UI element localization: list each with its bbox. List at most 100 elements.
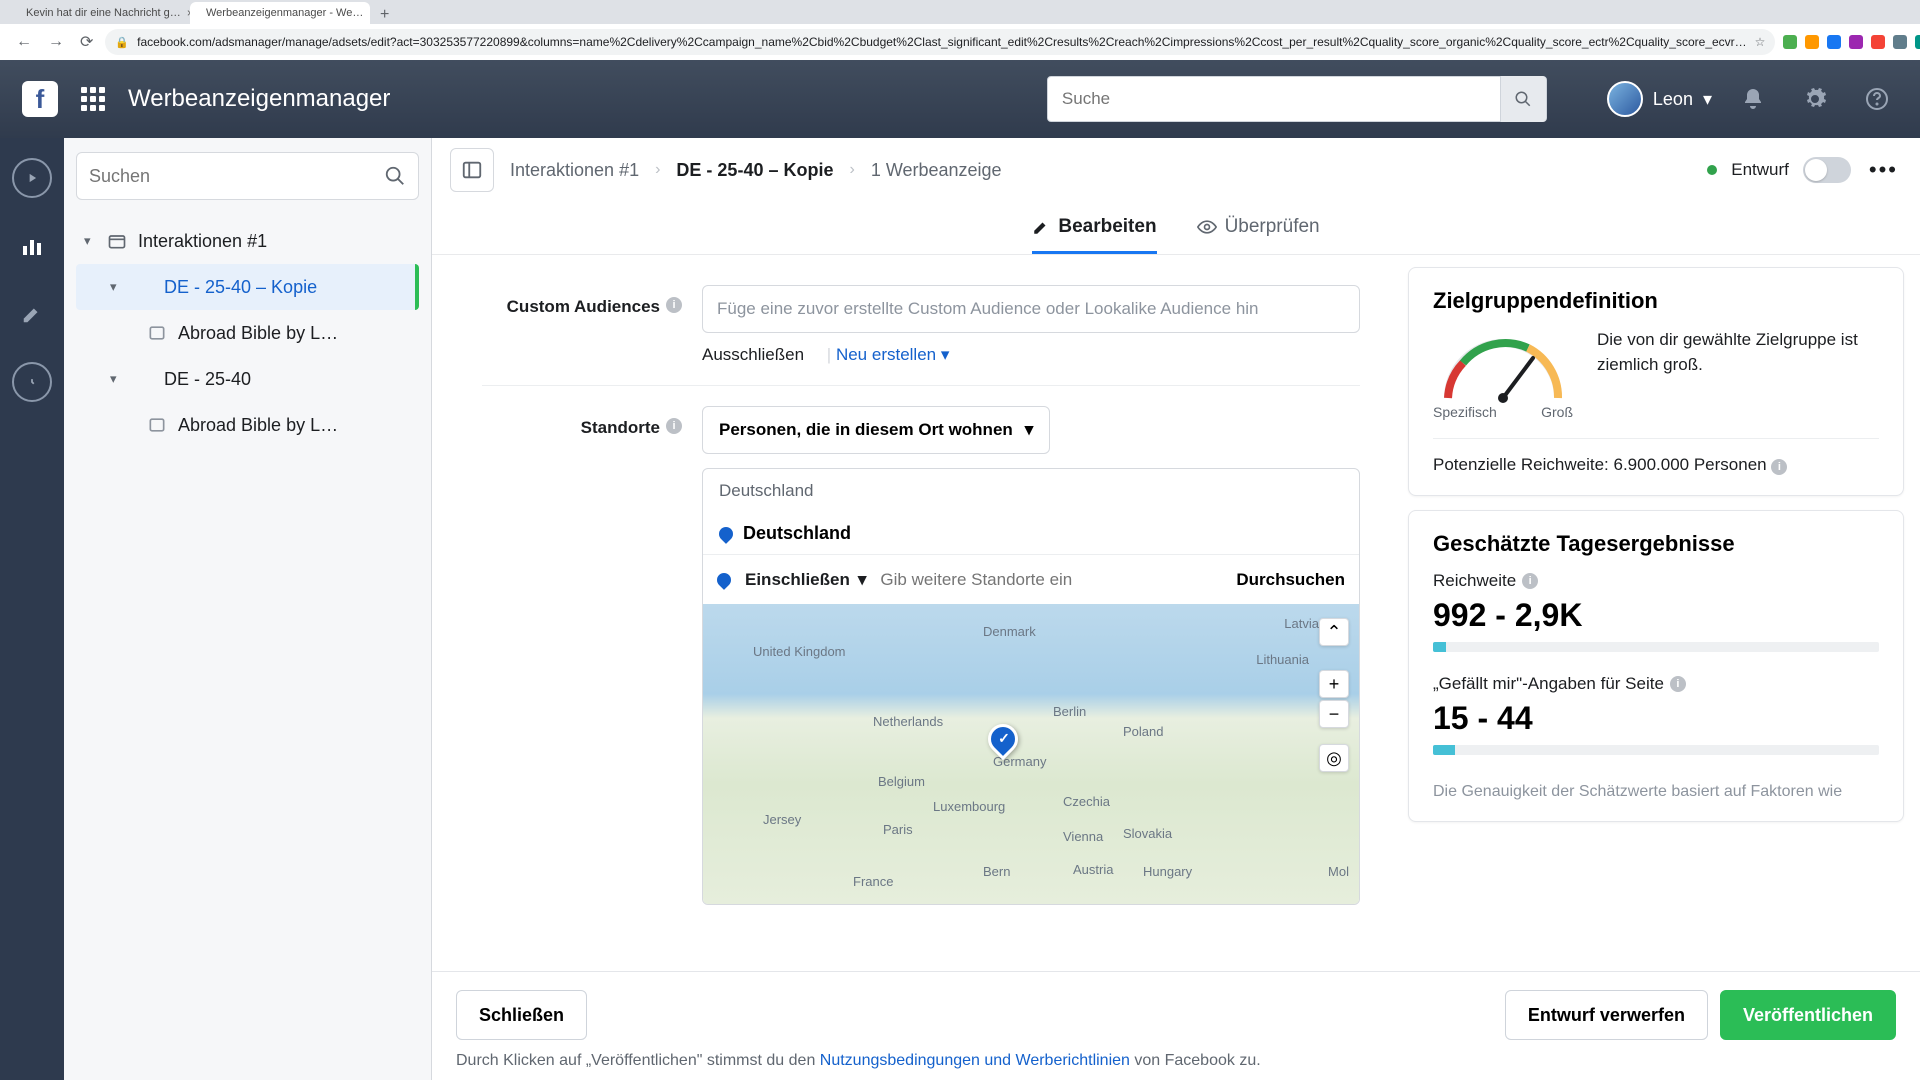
star-icon[interactable]: ☆	[1755, 35, 1766, 49]
audience-definition-card: Zielgruppendefinition SpezifischGroß Die…	[1408, 267, 1904, 496]
breadcrumb-item[interactable]: Interaktionen #1	[510, 160, 639, 181]
map-label: Luxembourg	[933, 799, 1005, 814]
tab-label: Bearbeiten	[1058, 216, 1156, 238]
apps-menu-icon[interactable]	[78, 84, 108, 114]
publish-button[interactable]: Veröffentlichen	[1720, 990, 1896, 1040]
location-mode-select[interactable]: Personen, die in diesem Ort wohnen▾	[702, 406, 1050, 454]
map-collapse-icon[interactable]: ⌃	[1319, 618, 1349, 646]
tab-review[interactable]: Überprüfen	[1197, 202, 1320, 254]
reload-icon[interactable]: ⟳	[76, 30, 97, 54]
ext-icon[interactable]	[1805, 35, 1819, 49]
info-icon[interactable]: i	[1522, 573, 1538, 589]
metric-bar	[1433, 642, 1446, 652]
ext-icon[interactable]	[1783, 35, 1797, 49]
nav-bar: ← → ⟳ 🔒 facebook.com/adsmanager/manage/a…	[0, 24, 1920, 60]
more-menu-icon[interactable]: •••	[1865, 157, 1902, 183]
chevron-right-icon: ›	[849, 161, 854, 179]
ad-icon	[146, 414, 168, 436]
location-input[interactable]	[880, 570, 1222, 590]
left-rail	[0, 138, 64, 1080]
rail-edit-icon[interactable]	[12, 294, 52, 334]
tree-label: DE - 25-40 – Kopie	[164, 277, 317, 298]
ext-icon[interactable]	[1871, 35, 1885, 49]
ext-icon[interactable]	[1893, 35, 1907, 49]
breadcrumb-item[interactable]: DE - 25-40 – Kopie	[676, 160, 833, 181]
map-zoom-out[interactable]: −	[1319, 700, 1349, 728]
footer: Schließen Entwurf verwerfen Veröffentlic…	[432, 971, 1920, 1080]
field-label: Custom Audiences	[507, 297, 660, 317]
content: Interaktionen #1 › DE - 25-40 – Kopie › …	[432, 138, 1920, 1080]
breadcrumb-item[interactable]: 1 Werbeanzeige	[871, 160, 1002, 181]
map-label: Hungary	[1143, 864, 1192, 879]
url-bar[interactable]: 🔒 facebook.com/adsmanager/manage/adsets/…	[105, 29, 1775, 55]
exclude-link[interactable]: Ausschließen	[702, 345, 804, 364]
chevron-right-icon: ›	[655, 161, 660, 179]
map-label: Czechia	[1063, 794, 1110, 809]
help-icon[interactable]	[1856, 78, 1898, 120]
tab-edit[interactable]: Bearbeiten	[1032, 202, 1156, 254]
custom-audience-input[interactable]: Füge eine zuvor erstellte Custom Audienc…	[702, 285, 1360, 333]
browser-tab[interactable]: Werbeanzeigenmanager - We…×	[190, 2, 370, 24]
map-zoom-in[interactable]: +	[1319, 670, 1349, 698]
terms-link[interactable]: Nutzungsbedingungen und Werberichtlinien	[820, 1052, 1130, 1069]
ext-icon[interactable]	[1849, 35, 1863, 49]
metric-reach: Reichweitei 992 - 2,9K	[1433, 571, 1879, 652]
facebook-logo[interactable]: f	[22, 81, 58, 117]
create-new-dropdown[interactable]: Neu erstellen ▾	[836, 345, 949, 364]
global-search[interactable]	[1047, 76, 1547, 122]
url-text: facebook.com/adsmanager/manage/adsets/ed…	[137, 35, 1747, 49]
info-icon[interactable]: i	[666, 297, 682, 313]
notifications-icon[interactable]	[1732, 78, 1774, 120]
sidebar-search-input[interactable]	[89, 166, 384, 187]
panel-toggle-icon[interactable]	[450, 148, 494, 192]
search-button[interactable]	[1500, 76, 1546, 122]
back-icon[interactable]: ←	[12, 31, 36, 53]
map-label: Mol	[1328, 864, 1349, 879]
forward-icon[interactable]: →	[44, 31, 68, 53]
info-icon[interactable]: i	[1771, 459, 1787, 475]
map-label: Austria	[1073, 862, 1113, 877]
tree-label: DE - 25-40	[164, 369, 251, 390]
discard-button[interactable]: Entwurf verwerfen	[1505, 990, 1708, 1040]
tree-ad[interactable]: Abroad Bible by L…	[76, 402, 419, 448]
settings-icon[interactable]	[1794, 78, 1836, 120]
tree-adset-active[interactable]: ▾ DE - 25-40 – Kopie	[76, 264, 419, 310]
close-button[interactable]: Schließen	[456, 990, 587, 1040]
rail-overview-icon[interactable]	[12, 158, 52, 198]
sidebar-search[interactable]	[76, 152, 419, 200]
new-tab-button[interactable]: +	[370, 6, 399, 24]
map-label: Netherlands	[873, 714, 943, 729]
info-icon[interactable]: i	[666, 418, 682, 434]
global-search-input[interactable]	[1062, 89, 1500, 109]
info-icon[interactable]: i	[1670, 676, 1686, 692]
metric-bar	[1433, 745, 1455, 755]
chevron-down-icon: ▾	[110, 371, 122, 387]
include-dropdown[interactable]: Einschließen ▾	[745, 570, 866, 590]
adset-icon	[132, 276, 154, 298]
tree-ad[interactable]: Abroad Bible by L…	[76, 310, 419, 356]
user-name: Leon	[1653, 89, 1693, 110]
rail-chart-icon[interactable]	[12, 226, 52, 266]
audience-gauge	[1433, 328, 1573, 408]
map-label: Berlin	[1053, 704, 1086, 719]
lock-icon: 🔒	[115, 36, 129, 49]
location-chip[interactable]: Deutschland	[703, 513, 1359, 554]
breadcrumb-bar: Interaktionen #1 › DE - 25-40 – Kopie › …	[432, 138, 1920, 202]
browse-link[interactable]: Durchsuchen	[1236, 570, 1345, 590]
user-menu[interactable]: Leon ▾	[1607, 81, 1712, 117]
tab-label: Überprüfen	[1225, 216, 1320, 238]
browser-tab[interactable]: Kevin hat dir eine Nachricht g…×	[10, 2, 190, 24]
search-icon	[384, 165, 406, 187]
ext-icon[interactable]	[1915, 35, 1920, 49]
tab-title: Werbeanzeigenmanager - We…	[206, 7, 363, 19]
metric-value: 15 - 44	[1433, 700, 1879, 737]
tree-adset[interactable]: ▾ DE - 25-40	[76, 356, 419, 402]
location-map[interactable]: United Kingdom Denmark Latvia Lithuania …	[703, 604, 1359, 904]
chevron-down-icon: ▾	[1025, 420, 1034, 440]
rail-history-icon[interactable]	[12, 362, 52, 402]
ext-icon[interactable]	[1827, 35, 1841, 49]
map-label: Slovakia	[1123, 826, 1172, 841]
status-toggle[interactable]	[1803, 157, 1851, 183]
tree-campaign[interactable]: ▾ Interaktionen #1	[76, 218, 419, 264]
map-locate-icon[interactable]: ◎	[1319, 744, 1349, 772]
